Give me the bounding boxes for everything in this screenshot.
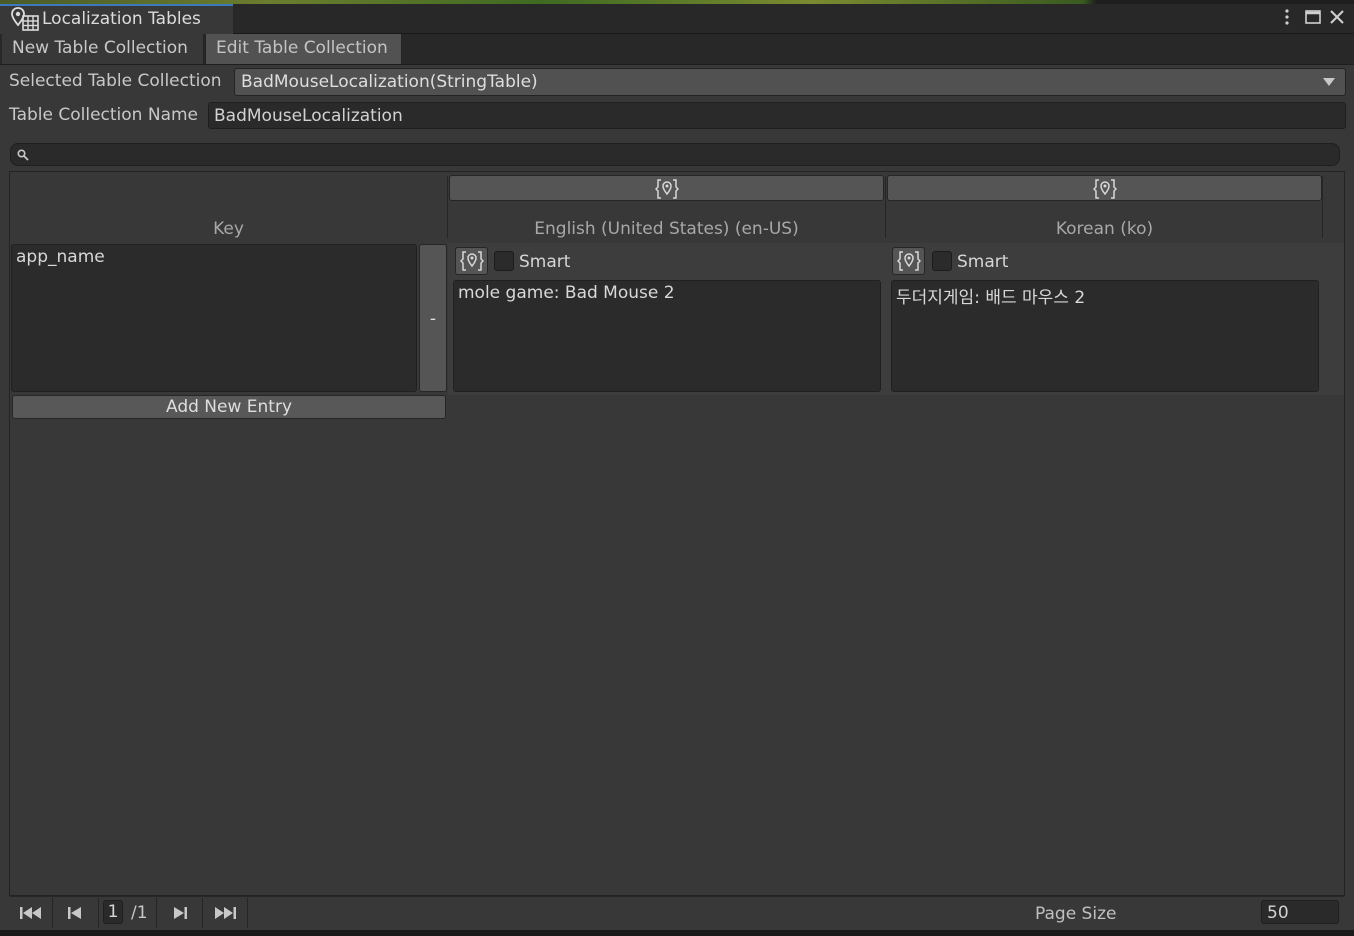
locale-settings-icon [1093, 178, 1117, 200]
bottom-edge [0, 930, 1354, 936]
search-icon [17, 149, 29, 161]
previous-page-button[interactable] [55, 900, 95, 926]
ko-column-header: Korean (ko) [1055, 219, 1154, 239]
nav-divider [202, 898, 203, 928]
add-new-entry-button[interactable]: Add New Entry [12, 395, 446, 419]
more-options-icon[interactable] [1276, 6, 1298, 28]
current-page-field[interactable]: 1 [103, 900, 123, 924]
ko-value: 두더지게임: 배드 마우스 2 [896, 288, 1086, 308]
ko-entry-metadata-button[interactable] [892, 247, 925, 275]
nav-divider [247, 898, 248, 928]
last-page-button[interactable] [205, 900, 245, 926]
key-value: app_name [16, 247, 105, 267]
window-title: Localization Tables [42, 9, 201, 29]
remove-entry-button[interactable]: - [419, 244, 447, 392]
metadata-icon [460, 250, 484, 272]
ko-value-field[interactable]: 두더지게임: 배드 마우스 2 [891, 280, 1319, 392]
tab-edit-table-collection[interactable]: Edit Table Collection [205, 34, 402, 64]
total-pages-label: /1 [131, 903, 148, 923]
maximize-icon[interactable] [1302, 6, 1324, 28]
en-us-column-header: English (United States) (en-US) [534, 219, 799, 239]
key-field[interactable]: app_name [11, 244, 417, 392]
page-size-label: Page Size [1035, 904, 1117, 924]
page-size-value: 50 [1267, 903, 1289, 923]
nav-divider [98, 898, 99, 928]
en-us-smart-label: Smart [519, 252, 571, 272]
localization-tables-icon [10, 7, 40, 31]
next-page-button[interactable] [160, 900, 200, 926]
nav-divider [52, 898, 53, 928]
en-us-locale-settings-button[interactable] [449, 175, 884, 201]
en-us-value: mole game: Bad Mouse 2 [458, 283, 675, 303]
ko-locale-settings-button[interactable] [887, 175, 1322, 201]
first-page-button[interactable] [11, 900, 51, 926]
en-us-entry-metadata-button[interactable] [455, 247, 488, 275]
selected-collection-label: Selected Table Collection [9, 71, 222, 91]
collection-name-field[interactable]: BadMouseLocalization [208, 102, 1346, 129]
selected-collection-value: BadMouseLocalization(StringTable) [241, 72, 538, 92]
page-size-field[interactable]: 50 [1261, 900, 1339, 924]
selected-collection-dropdown[interactable]: BadMouseLocalization(StringTable) [234, 68, 1346, 96]
collection-name-value: BadMouseLocalization [214, 106, 403, 126]
collection-name-label: Table Collection Name [9, 105, 199, 125]
search-input[interactable] [10, 143, 1340, 166]
en-us-smart-checkbox[interactable] [494, 251, 514, 271]
key-column-header: Key [213, 219, 244, 239]
close-icon[interactable] [1326, 6, 1348, 28]
ko-smart-checkbox[interactable] [932, 251, 952, 271]
metadata-icon [897, 250, 921, 272]
tab-new-table-collection[interactable]: New Table Collection [2, 34, 204, 64]
dropdown-arrow-icon [1323, 78, 1335, 86]
en-us-value-field[interactable]: mole game: Bad Mouse 2 [453, 280, 881, 392]
locale-settings-icon [655, 178, 679, 200]
ko-smart-label: Smart [957, 252, 1009, 272]
nav-divider [156, 898, 157, 928]
